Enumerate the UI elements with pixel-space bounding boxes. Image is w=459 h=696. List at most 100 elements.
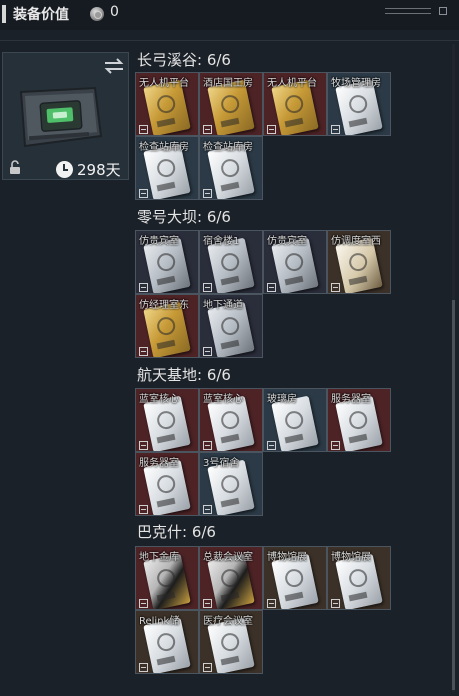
keycard-stripe xyxy=(156,497,176,508)
keycard-stripe xyxy=(220,275,240,286)
keycard-slot[interactable]: 仿调度室西 xyxy=(327,230,391,294)
keycard-emblem xyxy=(283,567,305,589)
keycard-slot[interactable]: 医疗会议室 xyxy=(199,610,263,674)
keycard-slot[interactable]: 3号宿舍 xyxy=(199,452,263,516)
header-divider xyxy=(0,40,459,41)
keycard-slot[interactable]: 牧场管理房 xyxy=(327,72,391,136)
bound-mark-icon xyxy=(139,189,148,198)
keycard-grid-longbow-valley: 无人机平台 酒店国王房 无人机平台 牧场管理房 检查站库房 检查站库房 xyxy=(135,72,391,200)
window-controls xyxy=(385,4,451,18)
bound-mark-icon xyxy=(203,125,212,134)
remaining-days: 298天 xyxy=(77,161,121,179)
keycard-stripe xyxy=(284,433,304,444)
keycard-label: 宿舍楼1 xyxy=(203,236,240,247)
keycard-stripe xyxy=(220,181,240,192)
bound-mark-icon xyxy=(203,441,212,450)
bound-mark-icon xyxy=(139,599,148,608)
bound-mark-icon xyxy=(331,125,340,134)
keycard-grid-brakkesh: 地下金库 总裁会议室 博物馆展 博物馆展 Relink储 医疗会议室 xyxy=(135,546,391,674)
keycard-label: Relink储 xyxy=(139,616,180,627)
keycard-emblem xyxy=(155,473,177,495)
keycard-grid-zero-dam: 仿贵宾室 宿舍楼1 仿贵宾室 仿调度室西仿经理室东 地下通道 xyxy=(135,230,391,358)
keycard-slot[interactable]: 无人机平台 xyxy=(135,72,199,136)
bound-mark-icon xyxy=(331,441,340,450)
bound-mark-icon xyxy=(139,663,148,672)
keycard-label: 检查站库房 xyxy=(203,142,253,153)
swap-icon[interactable] xyxy=(103,57,125,75)
bound-mark-icon xyxy=(139,505,148,514)
keycard-slot[interactable]: 检查站库房 xyxy=(199,136,263,200)
unlock-icon xyxy=(10,160,20,174)
keycard-stripe xyxy=(156,655,176,666)
keycard-emblem xyxy=(219,567,241,589)
keycard-slot[interactable]: 仿贵宾室 xyxy=(263,230,327,294)
keycard-label: 仿贵宾室 xyxy=(139,236,179,247)
keycard-slot[interactable]: 仿贵宾室 xyxy=(135,230,199,294)
expand-icon[interactable] xyxy=(439,7,447,15)
keycard-slot[interactable]: 蓝室核心 xyxy=(199,388,263,452)
keycard-slot[interactable]: 蓝室核心 xyxy=(135,388,199,452)
keycard-slot[interactable]: 无人机平台 xyxy=(263,72,327,136)
keycard-emblem xyxy=(347,409,369,431)
keycard-slot[interactable]: 玻璃房 xyxy=(263,388,327,452)
equipped-keycard-case[interactable]: 298天 xyxy=(2,52,129,180)
keycard-label: 服务器室 xyxy=(139,458,179,469)
keycard-slot[interactable]: 酒店国王房 xyxy=(199,72,263,136)
keycard-slot[interactable]: 仿经理室东 xyxy=(135,294,199,358)
keycard-stripe xyxy=(220,433,240,444)
keycard-grid-space-city: 蓝室核心 蓝室核心 玻璃房 服务器室 服务器室 3号宿舍 xyxy=(135,388,391,516)
keycard-slot[interactable]: 地下金库 xyxy=(135,546,199,610)
section-title-zero-dam: 零号大坝: 6/6 xyxy=(137,208,231,226)
keycard-emblem xyxy=(155,567,177,589)
keycard-label: 服务器室 xyxy=(331,394,371,405)
keycard-slot[interactable]: Relink储 xyxy=(135,610,199,674)
bound-mark-icon xyxy=(267,283,276,292)
keycard-emblem xyxy=(347,93,369,115)
keycard-stripe xyxy=(156,591,176,602)
keycard-emblem xyxy=(155,315,177,337)
bound-mark-icon xyxy=(331,283,340,292)
keycard-stripe xyxy=(284,591,304,602)
header-accent xyxy=(2,5,6,23)
keycard-stripe xyxy=(156,117,176,128)
keycard-emblem xyxy=(219,315,241,337)
section-title-space-city: 航天基地: 6/6 xyxy=(137,366,231,384)
keycard-stripe xyxy=(220,591,240,602)
bound-mark-icon xyxy=(139,347,148,356)
bound-mark-icon xyxy=(139,125,148,134)
keycard-stripe xyxy=(156,275,176,286)
coin-icon xyxy=(90,7,104,21)
equipment-value-panel: 装备价值 0 298天 长弓溪谷: 6/6 无人机平台 酒店国王房 无人机平台 牧场管 xyxy=(0,0,459,696)
keycard-emblem xyxy=(155,251,177,273)
keycard-label: 地下通道 xyxy=(203,300,243,311)
keycard-emblem xyxy=(283,251,305,273)
keycard-label: 博物馆展 xyxy=(267,552,307,563)
keycard-emblem xyxy=(283,93,305,115)
keycard-slot[interactable]: 服务器室 xyxy=(327,388,391,452)
keycard-stripe xyxy=(220,339,240,350)
bound-mark-icon xyxy=(203,189,212,198)
keycard-slot[interactable]: 博物馆展 xyxy=(327,546,391,610)
keycard-stripe xyxy=(284,275,304,286)
keycard-slot[interactable]: 宿舍楼1 xyxy=(199,230,263,294)
keycard-emblem xyxy=(219,473,241,495)
keycard-label: 仿贵宾室 xyxy=(267,236,307,247)
keycard-label: 仿调度室西 xyxy=(331,236,381,247)
menu-lines-icon[interactable] xyxy=(385,8,431,14)
section-title-brakkesh: 巴克什: 6/6 xyxy=(137,523,216,541)
keycard-stripe xyxy=(156,339,176,350)
keycard-slot[interactable]: 地下通道 xyxy=(199,294,263,358)
keycard-label: 蓝室核心 xyxy=(203,394,243,405)
keycard-slot[interactable]: 总裁会议室 xyxy=(199,546,263,610)
keycard-emblem xyxy=(347,251,369,273)
keycard-label: 玻璃房 xyxy=(267,394,297,405)
keycard-slot[interactable]: 博物馆展 xyxy=(263,546,327,610)
keycard-stripe xyxy=(220,497,240,508)
keycard-slot[interactable]: 检查站库房 xyxy=(135,136,199,200)
scrollbar-thumb[interactable] xyxy=(452,300,455,690)
keycard-stripe xyxy=(348,433,368,444)
keycard-emblem xyxy=(219,251,241,273)
keycard-slot[interactable]: 服务器室 xyxy=(135,452,199,516)
bound-mark-icon xyxy=(139,283,148,292)
keycard-stripe xyxy=(156,433,176,444)
